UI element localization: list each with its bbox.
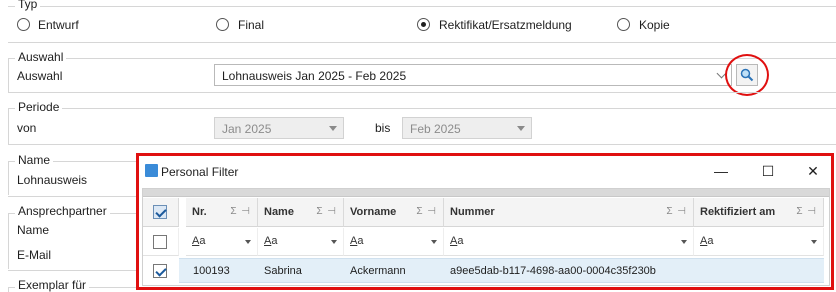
dropdown-arrow-icon[interactable] (681, 240, 687, 244)
filter-cell-nummer[interactable]: Aa (444, 228, 694, 256)
name-legend: Name (15, 153, 54, 167)
column-tools-icon[interactable]: Σ ⊣ (316, 206, 337, 217)
personal-grid: Nr. Σ ⊣ Name Σ ⊣ Vorname Σ ⊣ Nummer Σ ⊣ … (142, 188, 830, 286)
von-label: von (17, 121, 37, 135)
maximize-button[interactable]: ☐ (754, 160, 782, 182)
auswahl-group-border (8, 58, 836, 59)
auswahl-value: Lohnausweis Jan 2025 - Feb 2025 (222, 69, 407, 83)
dropdown-arrow-icon (329, 126, 337, 131)
name-group-left (8, 161, 9, 195)
bis-label: bis (375, 121, 391, 135)
ansprechpartner-legend: Ansprechpartner (15, 204, 110, 218)
ansprechpartner-group-left (8, 213, 9, 269)
app-icon (145, 164, 158, 177)
filter-select-cell (143, 228, 179, 256)
radio-rektifikat-label: Rektifikat/Ersatzmeldung (439, 18, 572, 32)
row-checkbox[interactable] (153, 264, 167, 278)
minimize-button[interactable]: — (707, 160, 735, 182)
column-header-nummer[interactable]: Nummer Σ ⊣ (444, 198, 694, 227)
radio-kopie-label: Kopie (639, 18, 670, 32)
lohnausweis-label: Lohnausweis (17, 173, 88, 187)
typ-group-bottom (8, 42, 836, 43)
ansprechpartner-name-label: Name (17, 223, 50, 237)
grid-group-panel (143, 189, 829, 197)
column-header-rektifiziert[interactable]: Rektifiziert am Σ ⊣ (694, 198, 824, 227)
close-icon: ✕ (807, 162, 819, 179)
highlight-circle (725, 54, 769, 96)
filter-cell-name[interactable]: Aa (258, 228, 344, 256)
column-header-name[interactable]: Name Σ ⊣ (258, 198, 344, 227)
von-combobox[interactable]: Jan 2025 (214, 117, 344, 139)
filter-cell-nr[interactable]: Aa (186, 228, 258, 256)
periode-group-bottom (8, 144, 836, 145)
filter-operator-label: Aa (450, 235, 464, 247)
periode-group-border (8, 108, 836, 109)
dropdown-arrow-icon[interactable] (431, 240, 437, 244)
dialog-title: Personal Filter (161, 165, 239, 179)
column-header-nr-label: Nr. (192, 206, 207, 218)
dropdown-arrow-icon[interactable] (331, 240, 337, 244)
dropdown-arrow-icon[interactable] (245, 240, 251, 244)
auswahl-combobox[interactable]: Lohnausweis Jan 2025 - Feb 2025 (214, 64, 732, 86)
periode-group-left (8, 108, 9, 144)
dropdown-arrow-icon (517, 126, 525, 131)
select-all-checkbox[interactable] (153, 205, 167, 219)
column-header-vorname[interactable]: Vorname Σ ⊣ (344, 198, 444, 227)
minimize-icon: — (714, 163, 728, 179)
filter-operator-label: Aa (700, 235, 714, 247)
auswahl-legend: Auswahl (15, 50, 67, 64)
radio-rektifikat[interactable] (417, 18, 430, 31)
column-header-nummer-label: Nummer (450, 206, 495, 218)
bis-combobox[interactable]: Feb 2025 (402, 117, 532, 139)
column-header-rektifiziert-label: Rektifiziert am (700, 206, 776, 218)
cell-name: Sabrina (264, 265, 302, 277)
close-button[interactable]: ✕ (799, 160, 827, 182)
cell-nr: 100193 (193, 265, 230, 277)
cell-vorname: Ackermann (350, 265, 406, 277)
auswahl-group-left (8, 58, 9, 92)
radio-kopie[interactable] (617, 18, 630, 31)
radio-entwurf-label: Entwurf (38, 18, 79, 32)
radio-entwurf[interactable] (17, 18, 30, 31)
typ-group-border (8, 6, 836, 7)
column-tools-icon[interactable]: Σ ⊣ (666, 206, 687, 217)
filter-operator-label: Aa (264, 235, 278, 247)
cell-nummer: a9ee5dab-b117-4698-aa00-0004c35f230b (450, 265, 656, 277)
filter-operator-label: Aa (192, 235, 206, 247)
filter-cell-rektifiziert[interactable]: Aa (694, 228, 824, 256)
column-header-nr[interactable]: Nr. Σ ⊣ (186, 198, 258, 227)
exemplar-legend: Exemplar für (15, 278, 90, 292)
column-tools-icon[interactable]: Σ ⊣ (796, 206, 817, 217)
column-tools-icon[interactable]: Σ ⊣ (230, 206, 251, 217)
maximize-icon: ☐ (761, 162, 775, 179)
radio-final[interactable] (216, 18, 229, 31)
table-row[interactable]: 100193 Sabrina Ackermann a9ee5dab-b117-4… (179, 258, 824, 283)
dropdown-arrow-icon[interactable] (811, 240, 817, 244)
ansprechpartner-group-bottom (8, 270, 138, 271)
auswahl-group-bottom (8, 92, 836, 93)
periode-legend: Periode (15, 100, 63, 114)
auswahl-label: Auswahl (17, 69, 63, 83)
column-header-vorname-label: Vorname (350, 206, 397, 218)
exemplar-group-left (8, 287, 9, 292)
filter-row-checkbox[interactable] (153, 235, 167, 249)
column-header-name-label: Name (264, 206, 294, 218)
bis-value: Feb 2025 (410, 122, 461, 136)
radio-final-label: Final (238, 18, 265, 32)
header-select-cell (143, 198, 179, 227)
personal-filter-dialog: Personal Filter — ☐ ✕ Nr. Σ ⊣ Name Σ ⊣ V… (136, 153, 834, 290)
von-value: Jan 2025 (222, 122, 272, 136)
filter-cell-vorname[interactable]: Aa (344, 228, 444, 256)
filter-operator-label: Aa (350, 235, 364, 247)
name-group-bottom (8, 196, 138, 197)
ansprechpartner-email-label: E-Mail (17, 248, 52, 262)
typ-legend: Typ (15, 0, 41, 11)
column-tools-icon[interactable]: Σ ⊣ (416, 206, 437, 217)
